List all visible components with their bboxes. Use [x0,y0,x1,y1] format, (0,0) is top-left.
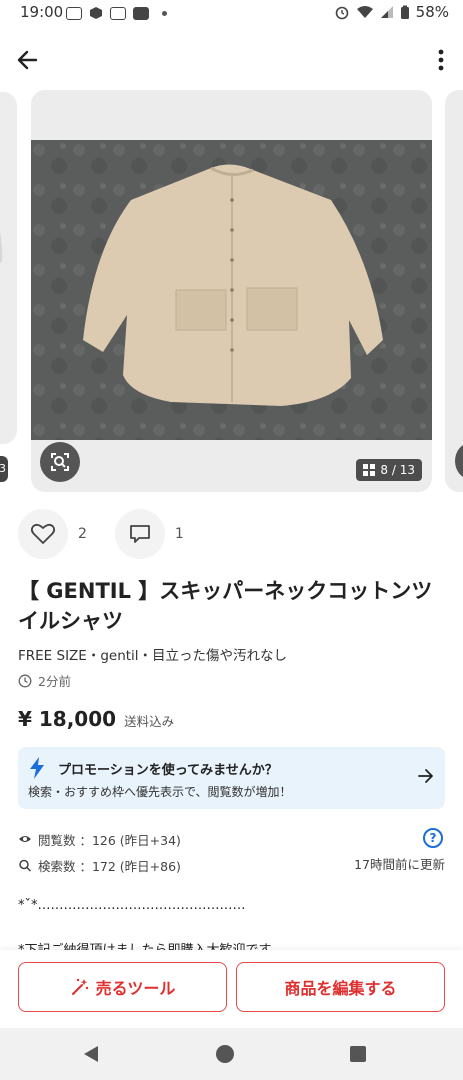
cube-icon [90,7,102,19]
price-row: ¥ 18,000 送料込み [18,707,174,731]
arrow-left-icon [17,50,38,70]
previous-image[interactable] [0,92,17,444]
next-image[interactable] [445,90,463,492]
app-notification-icon [66,6,82,20]
status-right: 58% [334,3,449,21]
nav-recents-icon[interactable] [350,1046,366,1062]
battery-icon [400,5,409,19]
nav-back-icon[interactable] [82,1045,100,1063]
app-bar [0,36,463,84]
comment-count: 1 [174,526,184,542]
arrow-right-icon [418,769,433,783]
status-time: 19:00 [20,3,64,21]
signal-icon [380,6,393,18]
eye-icon [19,836,31,842]
social-actions: 2 1 [18,509,212,559]
item-stats: 閲覧数 ：126 (昨日+34) 検索数 ：172 (昨日+86) ? 17時間… [18,828,445,880]
previous-image-counter: 3 [0,456,8,482]
lightning-icon [30,757,44,779]
grid-icon [363,464,376,476]
more-options-button[interactable] [437,48,445,72]
like-count: 2 [78,526,87,542]
status-bar: 19:00 58% [0,0,463,26]
shipping-label: 送料込み [124,714,175,729]
updated-time: 17時間前に更新 [354,857,445,872]
alarm-icon [335,6,348,20]
comment-icon [130,525,150,543]
shirt-photo [31,140,432,440]
battery-percent: 58% [415,3,449,21]
like-button[interactable] [18,509,68,559]
views-stat: 閲覧数 ：126 (昨日+34) [18,828,445,850]
image-counter[interactable]: 8 / 13 [356,459,422,481]
magic-wand-icon [71,978,88,995]
previous-image-photo [0,92,17,444]
main-image-card[interactable]: 8 / 13 [31,90,432,492]
notification-icons [66,6,167,20]
wifi-icon [356,6,373,18]
app-icon [133,6,149,20]
sell-tools-label: 売るツール [95,979,176,998]
searches-text: 検索数 ：172 (昨日+86) [38,858,181,874]
d-icon [110,6,126,20]
search-icon [19,859,32,872]
description-line-1: *ˇ*………………………………………… [18,898,246,913]
heart-icon [30,523,56,544]
help-icon[interactable]: ? [423,828,443,848]
edit-item-label: 商品を編集する [284,979,397,998]
back-button[interactable] [14,46,42,74]
sell-tools-button[interactable]: 売るツール [18,962,227,1012]
nav-home-icon[interactable] [216,1045,234,1063]
image-search-button[interactable] [40,442,80,482]
more-vert-icon [438,49,444,71]
image-counter-text: 8 / 13 [380,463,415,477]
promotion-banner[interactable]: プロモーションを使ってみませんか？ 検索・おすすめ枠へ優先表示で、閲覧数が増加！ [18,747,445,809]
image-carousel[interactable]: 3 8 / 13 [0,90,463,492]
more-notifications-icon [162,10,167,16]
posted-time-text: 2分前 [38,674,71,689]
system-navigation-bar [0,1028,463,1080]
views-text: 閲覧数 ：126 (昨日+34) [38,832,181,848]
promotion-title: プロモーションを使ってみませんか？ [58,763,278,778]
posted-time: 2分前 [18,671,71,690]
image-search-icon [51,453,69,471]
promotion-description: 検索・おすすめ枠へ優先表示で、閲覧数が増加！ [28,785,292,799]
item-title: 【 GENTIL 】スキッパーネックコットンツイルシャツ [18,579,433,633]
item-subinfo: FREE SIZE・gentil・目立った傷や汚れなし [18,648,288,664]
comment-button[interactable] [114,509,165,559]
bottom-action-bar: 売るツール 商品を編集する [0,950,463,1026]
item-price: ¥ 18,000 [18,707,117,731]
clock-icon [18,674,32,687]
edit-item-button[interactable]: 商品を編集する [236,962,445,1012]
